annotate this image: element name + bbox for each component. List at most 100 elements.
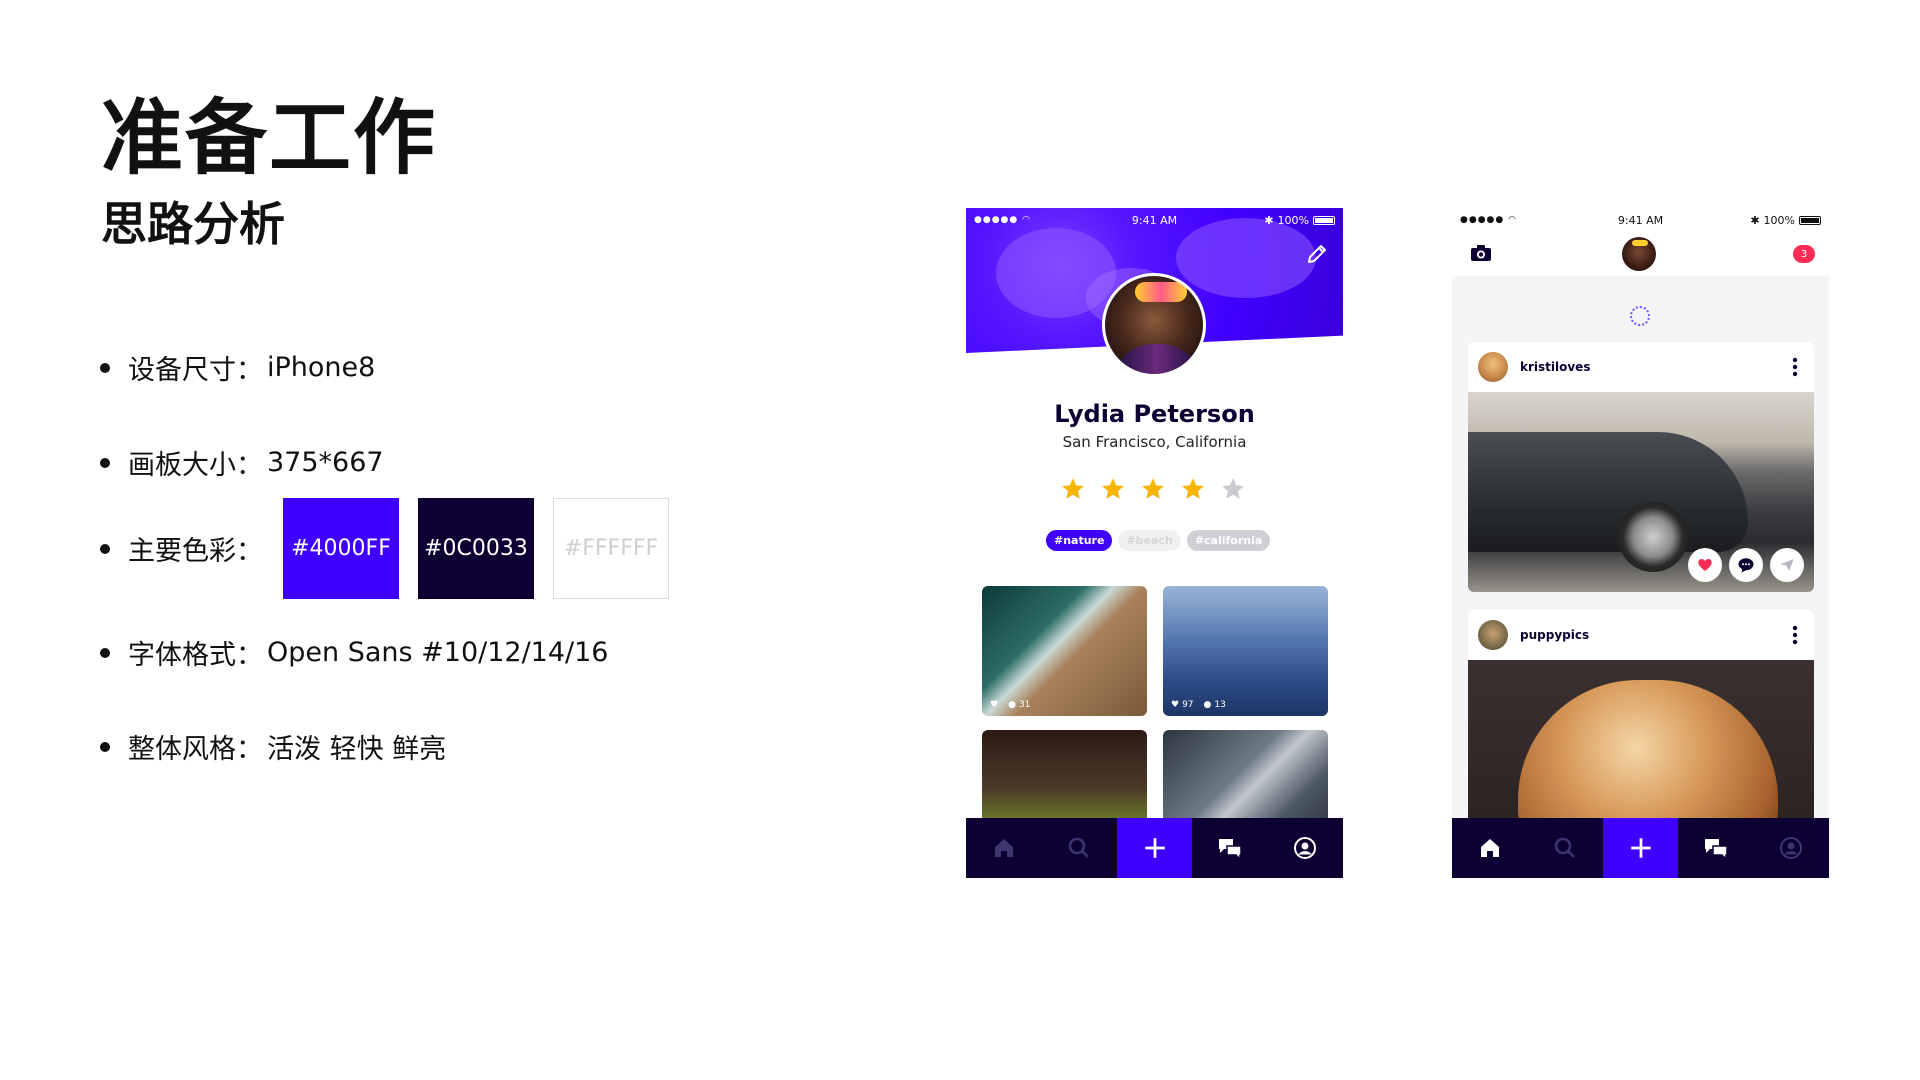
bullet-dot bbox=[100, 362, 110, 373]
spec-device-size: 设备尺寸： iPhone8 bbox=[100, 348, 375, 387]
tab-profile[interactable] bbox=[1754, 818, 1829, 878]
color-swatch-primary: #4000FF bbox=[283, 498, 399, 599]
tab-messages[interactable] bbox=[1678, 818, 1753, 878]
plus-icon bbox=[1630, 838, 1651, 858]
color-swatch-white: #FFFFFF bbox=[553, 498, 669, 599]
post-username[interactable]: kristiloves bbox=[1520, 360, 1590, 374]
color-swatch-dark: #0C0033 bbox=[418, 498, 534, 599]
home-icon bbox=[1480, 839, 1499, 857]
signal-dots-icon: ●●●●● ◠ bbox=[1460, 215, 1517, 225]
like-count: 97 bbox=[1182, 700, 1194, 710]
spec-label: 整体风格： bbox=[128, 734, 263, 765]
bullet-dot bbox=[100, 741, 110, 752]
tag-beach[interactable]: #beach bbox=[1118, 530, 1181, 551]
feed-screen-mockup: ●●●●● ◠ 9:41 AM ✱ 100% 3 kristiloves pup… bbox=[1452, 208, 1829, 878]
profile-icon bbox=[1294, 837, 1317, 859]
profile-name: Lydia Peterson bbox=[1054, 400, 1255, 428]
tab-search[interactable] bbox=[1527, 818, 1602, 878]
post-header: puppypics bbox=[1468, 610, 1814, 660]
tile-stats: ♥ ● 31 bbox=[990, 700, 1030, 710]
bullet-dot bbox=[100, 543, 110, 554]
battery-icon bbox=[1313, 215, 1335, 225]
post-actions bbox=[1688, 548, 1804, 582]
profile-avatar bbox=[1102, 273, 1206, 377]
plus-icon bbox=[1144, 838, 1165, 858]
spec-main-colors: 主要色彩： #4000FF #0C0033 #FFFFFF bbox=[100, 498, 688, 599]
search-icon bbox=[1068, 837, 1089, 858]
status-bar: ●●●●● ◠ 9:41 AM ✱ 100% bbox=[966, 208, 1343, 232]
spec-label: 主要色彩： bbox=[128, 536, 263, 567]
tab-profile[interactable] bbox=[1268, 818, 1343, 878]
avatar[interactable] bbox=[1622, 237, 1656, 271]
spec-label: 画板大小： bbox=[128, 450, 263, 481]
tab-home[interactable] bbox=[1452, 818, 1527, 878]
more-icon[interactable] bbox=[1792, 624, 1798, 646]
star-icon bbox=[1102, 478, 1124, 499]
tab-add[interactable] bbox=[1116, 818, 1193, 878]
chat-icon bbox=[1704, 839, 1728, 860]
notification-badge[interactable]: 3 bbox=[1793, 245, 1815, 263]
tag-nature[interactable]: #nature bbox=[1046, 530, 1113, 551]
pencil-icon[interactable] bbox=[1305, 242, 1329, 266]
heart-icon: ♥ bbox=[1171, 700, 1180, 710]
chat-icon bbox=[1218, 839, 1242, 860]
tab-home[interactable] bbox=[966, 818, 1041, 878]
spec-value: Open Sans #10/12/14/16 bbox=[267, 637, 609, 668]
profile-icon bbox=[1780, 837, 1803, 859]
wifi-icon: ◠ bbox=[1022, 215, 1031, 225]
post-header: kristiloves bbox=[1468, 342, 1814, 392]
spinner-icon bbox=[1630, 306, 1650, 326]
heart-icon bbox=[1698, 559, 1712, 571]
post-username[interactable]: puppypics bbox=[1520, 628, 1589, 642]
post-photo[interactable] bbox=[1468, 660, 1814, 840]
tab-add[interactable] bbox=[1602, 818, 1679, 878]
battery-level: 100% bbox=[1277, 213, 1309, 227]
tab-search[interactable] bbox=[1041, 818, 1116, 878]
status-bar: ●●●●● ◠ 9:41 AM ✱ 100% bbox=[1452, 208, 1829, 232]
rating-stars bbox=[1060, 476, 1246, 502]
more-icon[interactable] bbox=[1792, 356, 1798, 378]
photo-tile[interactable]: ♥ 97 ● 13 bbox=[1163, 586, 1328, 716]
bluetooth-icon: ✱ bbox=[1750, 213, 1760, 227]
comment-count: 31 bbox=[1018, 700, 1031, 710]
avatar[interactable] bbox=[1478, 352, 1508, 382]
camera-icon[interactable] bbox=[1470, 244, 1492, 262]
comment-icon: ● bbox=[1008, 700, 1016, 710]
spec-artboard-size: 画板大小： 375*667 bbox=[100, 443, 384, 482]
like-button[interactable] bbox=[1688, 548, 1722, 582]
comment-icon bbox=[1738, 558, 1754, 573]
tile-stats: ♥ 97 ● 13 bbox=[1171, 700, 1226, 710]
comment-count: 13 bbox=[1214, 700, 1226, 710]
feed-top-bar: 3 bbox=[1452, 232, 1829, 276]
tab-bar bbox=[966, 818, 1343, 878]
star-icon bbox=[1062, 478, 1084, 499]
profile-location: San Francisco, California bbox=[1062, 433, 1247, 451]
tab-bar bbox=[1452, 818, 1829, 878]
bluetooth-icon: ✱ bbox=[1264, 213, 1274, 227]
battery-icon bbox=[1799, 215, 1821, 225]
spec-font: 字体格式： Open Sans #10/12/14/16 bbox=[100, 633, 608, 672]
avatar[interactable] bbox=[1478, 620, 1508, 650]
profile-screen-mockup: ●●●●● ◠ 9:41 AM ✱ 100% Lydia Peterson Sa… bbox=[966, 208, 1343, 878]
signal-dots-icon: ●●●●● ◠ bbox=[974, 215, 1031, 225]
star-icon bbox=[1142, 478, 1164, 499]
post-photo[interactable] bbox=[1468, 392, 1814, 592]
slide-subtitle: 思路分析 bbox=[101, 197, 285, 251]
comment-button[interactable] bbox=[1729, 548, 1763, 582]
heart-icon: ♥ bbox=[990, 700, 999, 710]
send-icon bbox=[1780, 559, 1794, 571]
search-icon bbox=[1554, 837, 1575, 858]
comment-icon: ● bbox=[1203, 700, 1212, 710]
share-button[interactable] bbox=[1770, 548, 1804, 582]
star-icon-empty bbox=[1222, 478, 1244, 499]
bullet-dot bbox=[100, 647, 110, 658]
spec-value: 375*667 bbox=[267, 447, 384, 478]
star-icon bbox=[1182, 478, 1204, 499]
spec-label: 设备尺寸： bbox=[128, 355, 263, 386]
bullet-dot bbox=[100, 457, 110, 468]
feed-post: kristiloves bbox=[1468, 342, 1814, 592]
battery-level: 100% bbox=[1763, 213, 1795, 227]
tab-messages[interactable] bbox=[1192, 818, 1267, 878]
photo-tile[interactable]: ♥ ● 31 bbox=[982, 586, 1147, 716]
tag-california[interactable]: #california bbox=[1186, 530, 1271, 551]
